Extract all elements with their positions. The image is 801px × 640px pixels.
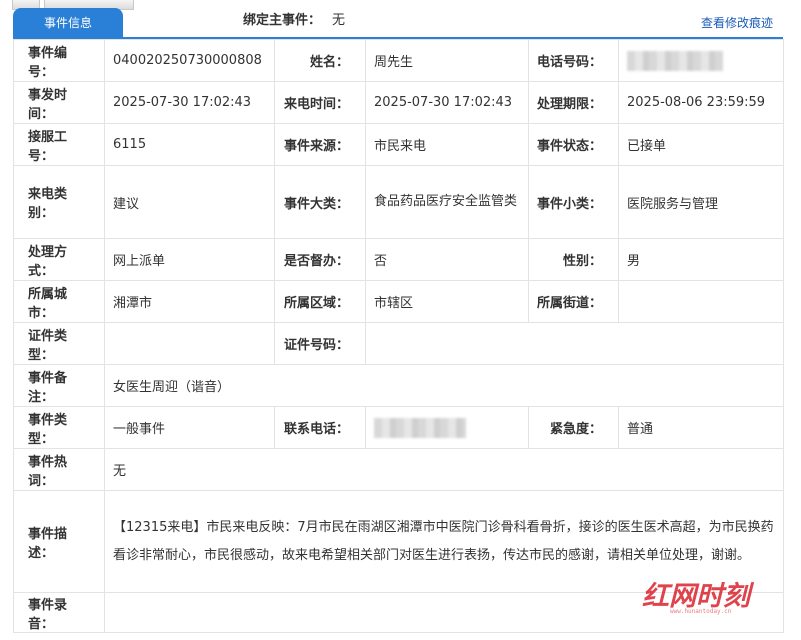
remark-label: 事件备注：: [13, 364, 105, 407]
description-label: 事件描述：: [13, 490, 105, 593]
event-no-value: 040020250730000808: [104, 39, 275, 82]
city-value: 湘潭市: [104, 280, 275, 323]
gender-label: 性别：: [528, 238, 619, 281]
event-detail-table: 事件编号： 040020250730000808 姓名： 周先生 电话号码： 事…: [13, 39, 784, 633]
district-value: 市辖区: [365, 280, 529, 323]
table-row: 来电类别： 建议 事件大类： 食品药品医疗安全监管类 事件小类： 医院服务与管理: [13, 165, 784, 239]
agent-no-value: 6115: [104, 123, 275, 166]
status-value: 已接单: [618, 123, 784, 166]
occur-time-label: 事发时间：: [13, 81, 105, 124]
id-no-label: 证件号码：: [274, 322, 366, 365]
deadline-value: 2025-08-06 23:59:59: [618, 81, 784, 124]
contact-phone-value: [365, 406, 529, 449]
table-row: 处理方式： 网上派单 是否督办： 否 性别： 男: [13, 238, 784, 281]
contact-phone-label: 联系电话：: [274, 406, 366, 449]
table-row: 事件类型： 一般事件 联系电话： 紧急度： 普通: [13, 406, 784, 449]
minor-category-value: 医院服务与管理: [618, 165, 784, 239]
call-time-value: 2025-07-30 17:02:43: [365, 81, 529, 124]
event-type-label: 事件类型：: [13, 406, 105, 449]
gender-value: 男: [618, 238, 784, 281]
table-row: 事发时间： 2025-07-30 17:02:43 来电时间： 2025-07-…: [13, 81, 784, 124]
minor-category-label: 事件小类：: [528, 165, 619, 239]
top-bar: 事件信息 绑定主事件： 无 查看修改痕迹: [0, 0, 801, 39]
handle-way-label: 处理方式：: [13, 238, 105, 281]
name-value: 周先生: [365, 39, 529, 82]
table-row: 所属城市： 湘潭市 所属区域： 市辖区 所属街道：: [13, 280, 784, 323]
redacted-phone: [627, 50, 723, 71]
agent-no-label: 接服工号：: [13, 123, 105, 166]
table-row: 事件备注： 女医生周迎（谐音）: [13, 364, 784, 407]
table-row: 事件编号： 040020250730000808 姓名： 周先生 电话号码：: [13, 39, 784, 82]
phone-value: [618, 39, 784, 82]
supervise-label: 是否督办：: [274, 238, 366, 281]
call-time-label: 来电时间：: [274, 81, 366, 124]
watermark-subtext: www.hunantoday.cn: [670, 608, 732, 615]
handle-way-value: 网上派单: [104, 238, 275, 281]
table-row: 事件热词： 无: [13, 448, 784, 491]
view-modification-history-link[interactable]: 查看修改痕迹: [701, 14, 773, 31]
district-label: 所属区域：: [274, 280, 366, 323]
tab-event-info[interactable]: 事件信息: [13, 8, 123, 38]
deadline-label: 处理期限：: [528, 81, 619, 124]
source-label: 事件来源：: [274, 123, 366, 166]
street-value: [618, 280, 784, 323]
occur-time-value: 2025-07-30 17:02:43: [104, 81, 275, 124]
hot-word-label: 事件热词：: [13, 448, 105, 491]
source-value: 市民来电: [365, 123, 529, 166]
street-label: 所属街道：: [528, 280, 619, 323]
remark-value: 女医生周迎（谐音）: [104, 364, 784, 407]
call-type-label: 来电类别：: [13, 165, 105, 239]
table-row: 证件类型： 证件号码：: [13, 322, 784, 365]
supervise-value: 否: [365, 238, 529, 281]
phone-label: 电话号码：: [528, 39, 619, 82]
hongwang-watermark-logo: 红网时刻 www.hunantoday.cn: [642, 581, 755, 615]
id-type-value: [104, 322, 275, 365]
bind-main-event-value: 无: [332, 13, 346, 28]
status-label: 事件状态：: [528, 123, 619, 166]
recording-label: 事件录音：: [13, 592, 105, 633]
name-label: 姓名：: [274, 39, 366, 82]
hot-word-value: 无: [104, 448, 784, 491]
urgency-label: 紧急度：: [528, 406, 619, 449]
id-type-label: 证件类型：: [13, 322, 105, 365]
major-category-value: 食品药品医疗安全监管类: [365, 165, 529, 239]
city-label: 所属城市：: [13, 280, 105, 323]
event-no-label: 事件编号：: [13, 39, 105, 82]
urgency-value: 普通: [618, 406, 784, 449]
redacted-contact-phone: [374, 417, 466, 438]
major-category-label: 事件大类：: [274, 165, 366, 239]
id-no-value: [365, 322, 784, 365]
table-row: 接服工号： 6115 事件来源： 市民来电 事件状态： 已接单: [13, 123, 784, 166]
call-type-value: 建议: [104, 165, 275, 239]
event-type-value: 一般事件: [104, 406, 275, 449]
bind-main-event-label: 绑定主事件：: [243, 13, 322, 28]
